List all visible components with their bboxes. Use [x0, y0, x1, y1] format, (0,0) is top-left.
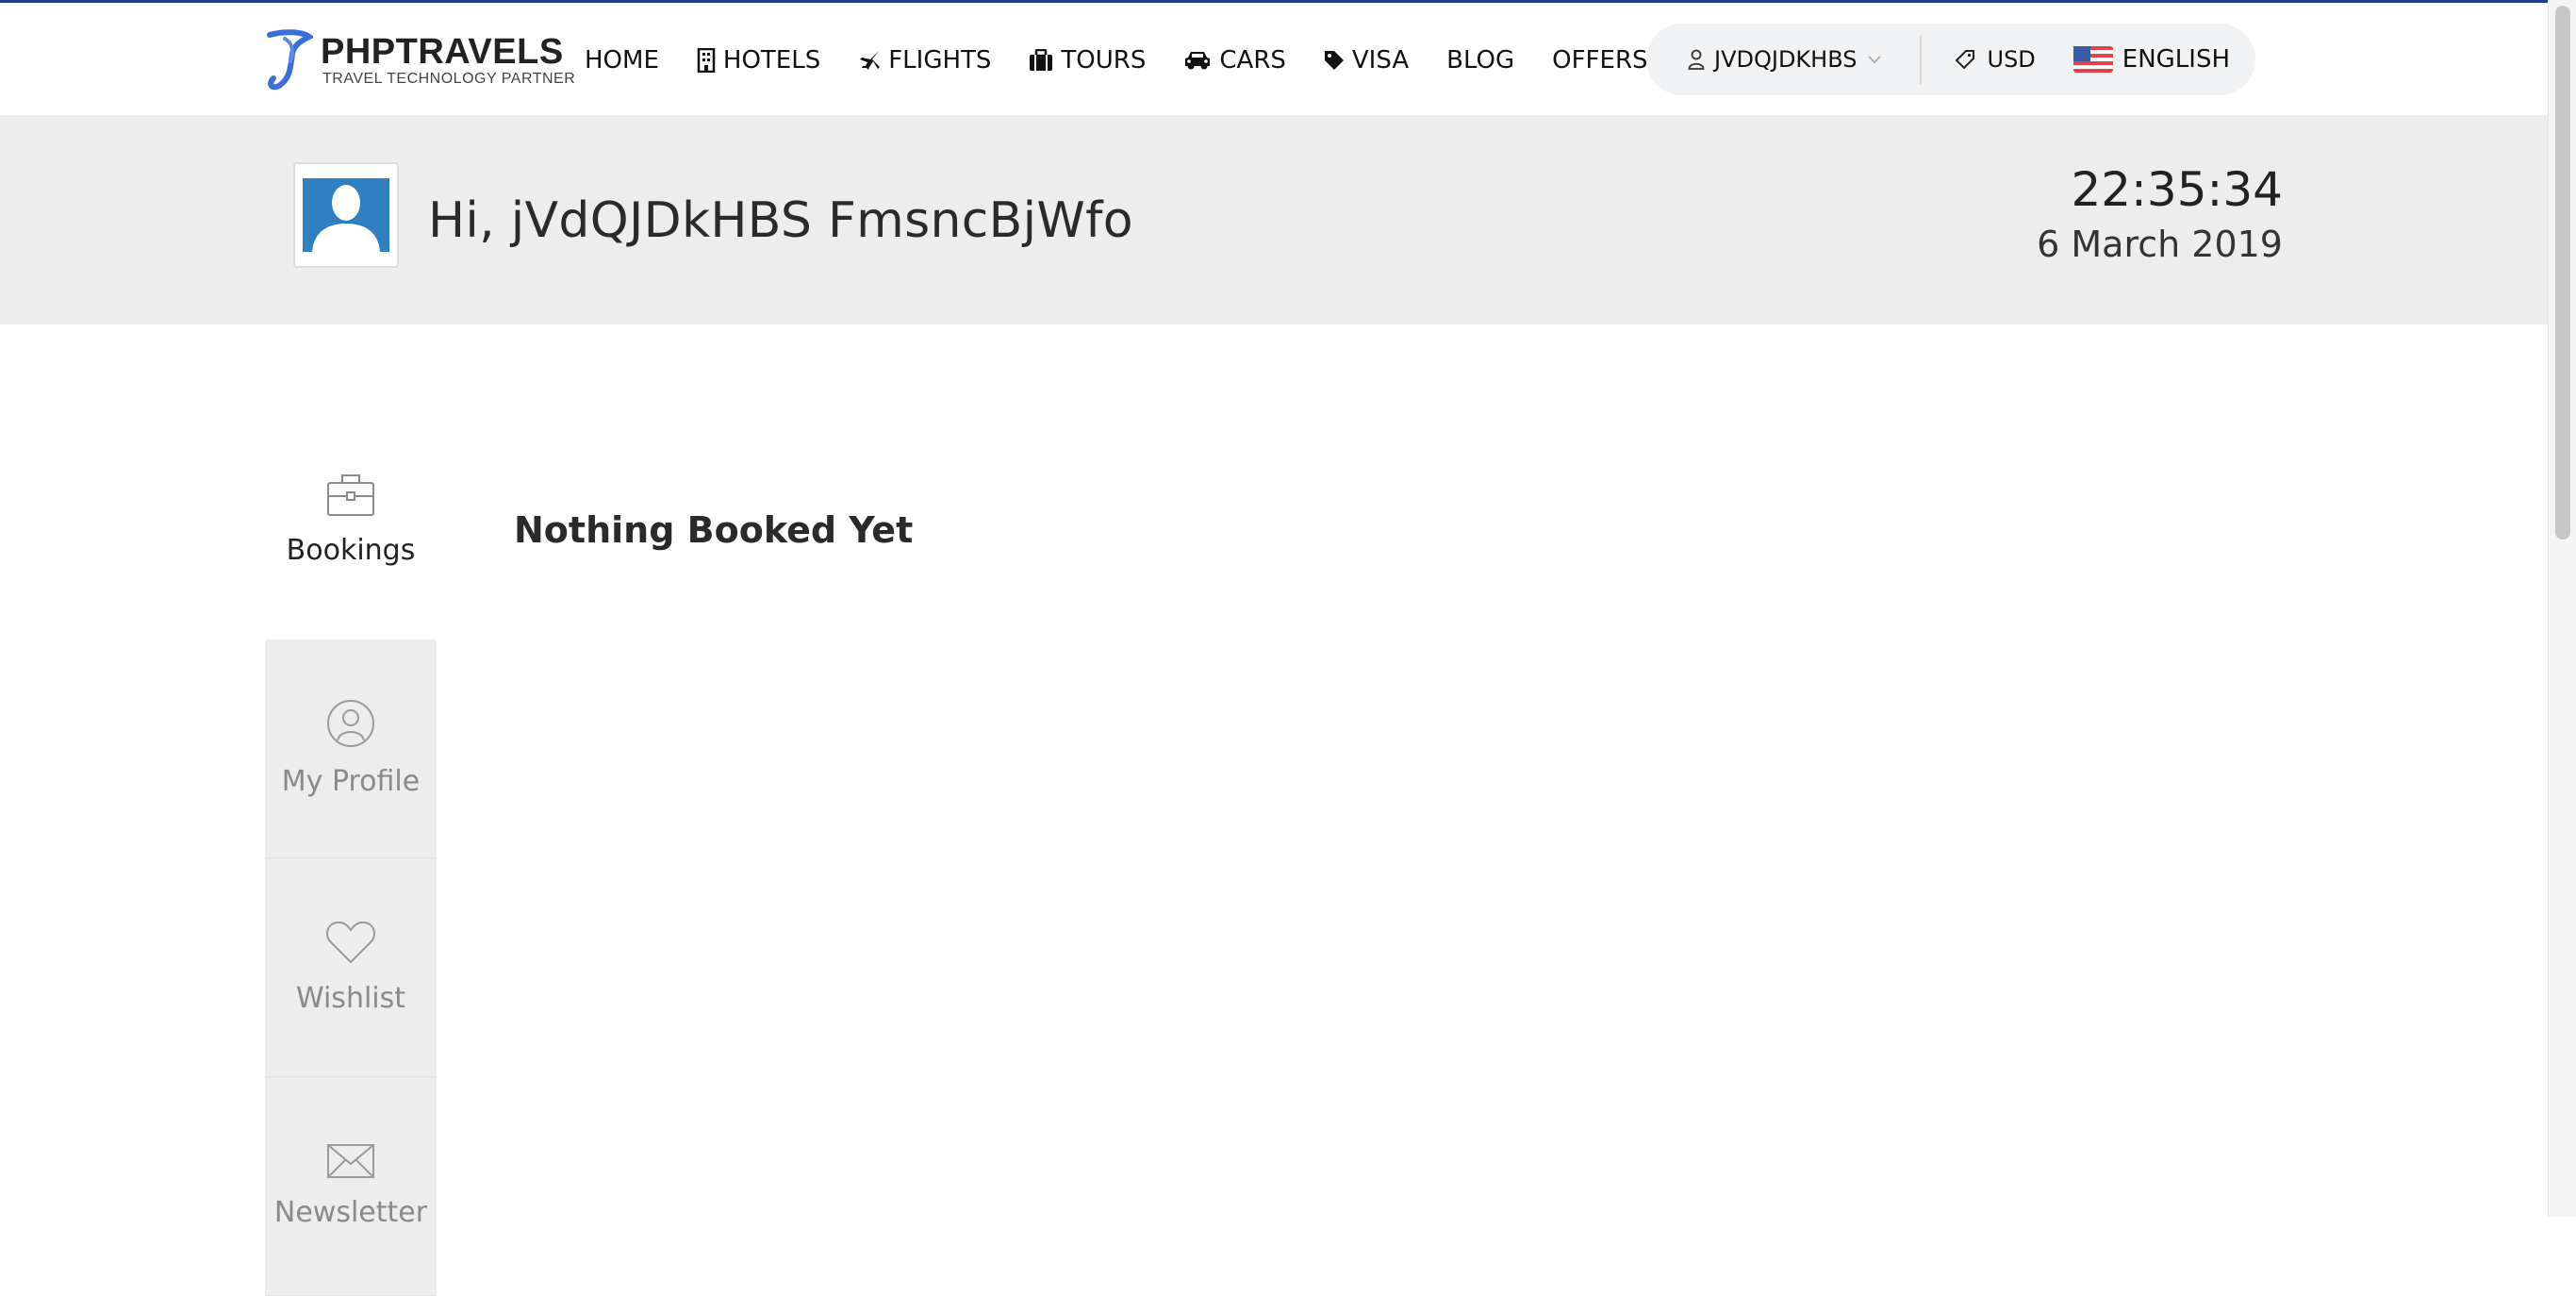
sidebar-item-newsletter[interactable]: Newsletter [265, 1077, 437, 1296]
nav-visa[interactable]: VISA [1324, 46, 1409, 75]
sidebar-item-wishlist[interactable]: Wishlist [265, 858, 437, 1077]
nav-visa-label: VISA [1351, 46, 1410, 75]
account-toolbar: JVDQJDKHBS USD ENGLISH [1646, 24, 2255, 95]
nav-flights[interactable]: FLIGHTS [858, 46, 991, 75]
nav-home[interactable]: HOME [585, 46, 659, 75]
brand-logo[interactable]: PHPTRAVELS TRAVEL TECHNOLOGY PARTNER [264, 29, 575, 91]
user-greeting: Hi, jVdQJDkHBS FmsncBjWfo [428, 192, 1133, 249]
nav-flights-label: FLIGHTS [888, 46, 992, 75]
heart-icon [326, 921, 375, 964]
plane-icon [860, 51, 881, 70]
sidebar-item-label: Bookings [286, 534, 416, 567]
envelope-icon [327, 1144, 374, 1178]
avatar [293, 162, 399, 268]
briefcase-icon [327, 474, 374, 516]
us-flag-icon [2072, 46, 2113, 73]
sidebar-item-label: Newsletter [273, 1196, 428, 1229]
chevron-down-icon [1867, 56, 1881, 64]
user-circle-icon [327, 700, 374, 747]
nav-tours-label: TOURS [1061, 46, 1147, 75]
nav-cars-label: CARS [1219, 46, 1286, 75]
page-scrollbar[interactable] [2548, 0, 2576, 1217]
scrollbar-thumb[interactable] [2555, 6, 2570, 540]
main-nav: HOME HOTELS FLIGHTS TOURS CARS VISA BLOG… [585, 37, 1648, 84]
nav-offers[interactable]: OFFERS [1552, 46, 1647, 75]
account-sidebar: Bookings My Profile Wishlist Newsletter [265, 451, 437, 1296]
clock-date: 6 March 2019 [2037, 224, 2283, 265]
greeting-banner: Hi, jVdQJDkHBS FmsncBjWfo 22:35:34 6 Mar… [0, 115, 2548, 324]
nav-hotels-label: HOTELS [722, 46, 821, 75]
language-label: ENGLISH [2122, 45, 2231, 74]
top-navbar: PHPTRAVELS TRAVEL TECHNOLOGY PARTNER HOM… [0, 0, 2548, 115]
currency-label: USD [1987, 46, 2036, 73]
account-username: JVDQJDKHBS [1714, 46, 1858, 73]
brand-name: PHPTRAVELS [321, 32, 564, 72]
account-dropdown[interactable]: JVDQJDKHBS [1688, 46, 1891, 73]
language-selector[interactable]: ENGLISH [2072, 45, 2231, 74]
user-icon [1688, 49, 1705, 70]
nav-tours[interactable]: TOURS [1029, 46, 1146, 75]
money-tag-icon [1955, 50, 1974, 70]
tag-icon [1324, 51, 1344, 70]
brand-tagline: TRAVEL TECHNOLOGY PARTNER [322, 71, 576, 87]
nav-blog-label: BLOG [1446, 46, 1515, 75]
avatar-silhouette-icon [303, 178, 389, 252]
nav-blog[interactable]: BLOG [1446, 46, 1514, 75]
currency-selector[interactable]: USD [1954, 46, 2036, 73]
phptravels-logo-icon [267, 29, 313, 91]
nav-home-label: HOME [585, 46, 659, 75]
sidebar-item-bookings[interactable]: Bookings [265, 451, 437, 640]
suitcase-icon [1030, 49, 1053, 71]
sidebar-item-my-profile[interactable]: My Profile [265, 640, 437, 858]
sidebar-item-label: My Profile [281, 765, 421, 798]
clock: 22:35:34 6 March 2019 [2037, 160, 2283, 268]
bookings-empty-message: Nothing Booked Yet [514, 509, 914, 551]
building-icon [697, 48, 716, 73]
car-icon [1185, 52, 1211, 70]
clock-time: 22:35:34 [2071, 162, 2283, 217]
toolbar-divider [1919, 35, 1922, 84]
sidebar-item-label: Wishlist [295, 982, 406, 1015]
nav-offers-label: OFFERS [1552, 46, 1648, 75]
nav-hotels[interactable]: HOTELS [697, 46, 820, 75]
nav-cars[interactable]: CARS [1183, 46, 1286, 75]
